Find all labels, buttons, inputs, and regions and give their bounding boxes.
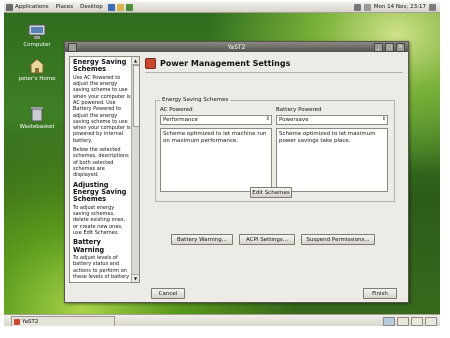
help-section-title: Adjusting Energy Saving Schemes xyxy=(73,180,127,204)
battery-scheme-value: Powersave xyxy=(279,117,309,123)
scroll-thumb[interactable] xyxy=(133,65,139,127)
applications-menu[interactable]: Applications xyxy=(6,3,49,11)
ac-powered-label: AC Powered xyxy=(160,107,193,113)
desktop-screen: Applications Places Desktop Mon 14 Nov, … xyxy=(4,2,440,326)
window-menu-icon[interactable] xyxy=(68,43,77,52)
finish-button[interactable]: Finish xyxy=(363,288,397,299)
user-switcher-icon[interactable] xyxy=(429,3,436,11)
minimize-icon[interactable]: _ xyxy=(374,43,383,52)
desktop-icon-label: Computer xyxy=(23,42,51,48)
battery-scheme-select[interactable]: Powersave ⇕ xyxy=(276,115,388,125)
edit-schemes-button[interactable]: Edit Schemes xyxy=(250,187,292,198)
acpi-settings-button[interactable]: ACPI Settings... xyxy=(239,234,295,245)
chevron-down-icon: ⇕ xyxy=(265,116,270,122)
energy-schemes-group: Energy Saving Schemes AC Powered Perform… xyxy=(155,97,395,202)
ac-column: AC Powered Performance ⇕ Scheme optimize… xyxy=(160,107,272,192)
battery-scheme-description: Scheme optimized to let maximum power sa… xyxy=(276,128,388,192)
workspace-1[interactable] xyxy=(383,317,395,326)
desktop-icon-label: peter's Home xyxy=(18,76,56,82)
header-divider xyxy=(145,72,403,73)
battery-powered-label: Battery Powered xyxy=(276,107,322,113)
desktop-icon-home[interactable]: peter's Home xyxy=(17,58,57,82)
taskbar-item-label: YaST2 xyxy=(22,318,39,325)
desktop-icon-label: Wastebasket xyxy=(19,124,55,130)
bottom-taskbar: YaST2 xyxy=(4,314,440,326)
workspace-switcher xyxy=(383,317,437,326)
scroll-up-icon[interactable]: ▲ xyxy=(132,57,139,65)
top-panel: Applications Places Desktop Mon 14 Nov, … xyxy=(4,2,440,13)
page-title: Power Management Settings xyxy=(160,58,291,68)
yast-window: YaST2 _ □ × Energy Saving Schemes Use AC… xyxy=(64,41,409,303)
wastebasket-icon xyxy=(28,106,46,122)
ac-scheme-select[interactable]: Performance ⇕ xyxy=(160,115,272,125)
applications-menu-label: Applications xyxy=(15,4,49,10)
window-title: YaST2 xyxy=(227,43,246,51)
taskbar-item-yast[interactable]: YaST2 xyxy=(11,316,115,326)
suspend-permissions-button[interactable]: Suspend Permissions... xyxy=(301,234,375,245)
main-content: Power Management Settings Energy Saving … xyxy=(145,56,403,281)
page-header: Power Management Settings xyxy=(145,56,403,70)
network-icon[interactable] xyxy=(353,3,361,11)
help-content: Energy Saving Schemes Use AC Powered to … xyxy=(70,57,134,282)
workspace-2[interactable] xyxy=(397,317,409,326)
home-folder-icon xyxy=(27,58,47,74)
desktop-menu-label: Desktop xyxy=(80,4,103,10)
places-menu-label: Places xyxy=(55,4,74,10)
help-section-body: To adjust energy saving schemes, delete … xyxy=(73,204,126,236)
power-management-icon xyxy=(145,57,156,69)
battery-column: Battery Powered Powersave ⇕ Scheme optim… xyxy=(276,107,388,192)
battery-warning-button[interactable]: Battery Warning... xyxy=(171,234,233,245)
desktop-menu[interactable]: Desktop xyxy=(80,4,103,10)
workspace-3[interactable] xyxy=(411,317,423,326)
cancel-button[interactable]: Cancel xyxy=(151,288,185,299)
help-section-body: To adjust levels of battery status and a… xyxy=(73,255,130,280)
window-titlebar[interactable]: YaST2 _ □ × xyxy=(65,42,408,52)
places-menu[interactable]: Places xyxy=(56,4,74,10)
help-launcher-icon[interactable] xyxy=(125,3,133,11)
ac-scheme-value: Performance xyxy=(163,117,198,123)
volume-icon[interactable] xyxy=(363,3,371,11)
help-section-body: Use AC Powered to adjust the energy savi… xyxy=(73,74,131,144)
email-launcher-icon[interactable] xyxy=(116,3,124,11)
chevron-down-icon: ⇕ xyxy=(381,116,386,122)
help-section-title: Battery Warning xyxy=(73,238,105,254)
maximize-icon[interactable]: □ xyxy=(385,43,394,52)
close-icon[interactable]: × xyxy=(396,43,405,52)
help-section-title: Energy Saving Schemes xyxy=(73,58,127,74)
workspace-4[interactable] xyxy=(425,317,437,326)
window-button-bar: Cancel Finish xyxy=(69,285,404,299)
group-label: Energy Saving Schemes xyxy=(160,97,231,103)
scroll-down-icon[interactable]: ▼ xyxy=(132,274,139,282)
ac-scheme-description: Scheme optimized to let machine run on m… xyxy=(160,128,272,192)
help-pane[interactable]: Energy Saving Schemes Use AC Powered to … xyxy=(69,56,140,283)
computer-icon xyxy=(28,24,46,40)
yast-app-icon xyxy=(14,318,20,325)
help-scrollbar[interactable]: ▲ ▼ xyxy=(131,57,139,282)
desktop-icon-computer[interactable]: Computer xyxy=(17,24,57,48)
help-section-body: Below the selected schemes, descriptions… xyxy=(73,147,129,179)
browser-launcher-icon[interactable] xyxy=(107,3,115,11)
desktop-icon-wastebasket[interactable]: Wastebasket xyxy=(17,106,57,130)
gnome-foot-icon xyxy=(6,3,13,11)
panel-clock[interactable]: Mon 14 Nov, 23:17 xyxy=(374,4,426,10)
